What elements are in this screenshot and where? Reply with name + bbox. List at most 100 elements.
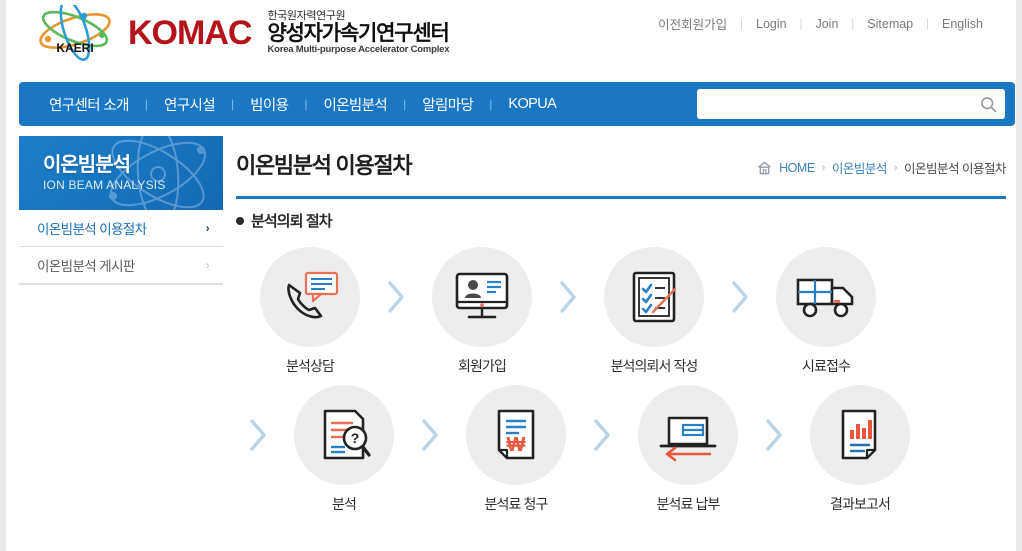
sidebar-banner-text: 이온빔분석 ION BEAM ANALYSIS — [43, 148, 166, 192]
chevron-right-icon — [422, 419, 438, 451]
process-flow-row-1: 분석상담 회원가입 분석의뢰서 작성 시료접수 — [236, 247, 1006, 385]
nav-item-about[interactable]: 연구센터 소개 — [33, 94, 145, 115]
nav-item-beam-use[interactable]: 빔이용 — [234, 94, 304, 115]
breadcrumb-current: 이온빔분석 이용절차 — [904, 162, 1006, 176]
sidebar-banner: 이온빔분석 ION BEAM ANALYSIS — [19, 136, 223, 210]
flow-chevron — [718, 247, 762, 347]
process-step-request-form[interactable]: 분석의뢰서 작성 — [590, 247, 718, 376]
step-caption: 결과보고서 — [830, 496, 891, 512]
main-nav-items: 연구센터 소개 | 연구시설 | 빔이용 | 이온빔분석 | 알림마당 | KO… — [19, 94, 572, 115]
process-flow-row-2: ? 분석 ₩ 분석료 청구 분석료 납부 결과보고서 — [236, 385, 1006, 523]
svg-text:₩: ₩ — [507, 434, 526, 456]
process-step-fee-invoice[interactable]: ₩ 분석료 청구 — [452, 385, 580, 514]
step-caption: 분석료 납부 — [656, 496, 721, 512]
util-link-english[interactable]: English — [929, 17, 996, 31]
site-header: KAERI KOMAC 한국원자력연구원 양성자가속기연구센터 Korea Mu… — [6, 0, 1016, 76]
flow-chevron — [374, 247, 418, 347]
chevron-right-icon — [388, 281, 404, 313]
step-icon-bubble — [604, 247, 704, 347]
org-line-3: Korea Multi-purpose Accelerator Complex — [267, 43, 450, 55]
process-step-result-report[interactable]: 결과보고서 — [796, 385, 924, 514]
main-navigation: 연구센터 소개 | 연구시설 | 빔이용 | 이온빔분석 | 알림마당 | KO… — [19, 82, 1015, 126]
nav-item-ion-beam-analysis[interactable]: 이온빔분석 — [307, 94, 403, 115]
step-caption: 분석상담 — [286, 358, 335, 374]
page-title: 이온빔분석 이용절차 — [236, 153, 413, 178]
process-step-consultation[interactable]: 분석상담 — [246, 247, 374, 376]
checklist-pen-icon — [632, 271, 677, 323]
step-icon-bubble — [810, 385, 910, 485]
step-caption: 분석료 청구 — [484, 496, 549, 512]
sidebar-item-board[interactable]: 이온빔분석 게시판 › — [19, 247, 223, 284]
page-root: KAERI KOMAC 한국원자력연구원 양성자가속기연구센터 Korea Mu… — [0, 0, 1022, 551]
utility-nav: 이전회원가입 | Login | Join | Sitemap | Englis… — [645, 14, 996, 33]
search-button[interactable] — [971, 90, 1005, 118]
content-area: 이온빔분석 이용절차 HOME › 이온빔분석 › 이온빔분석 이용절차 분석의… — [236, 136, 1006, 523]
sidebar-menu: 이온빔분석 이용절차 › 이온빔분석 게시판 › — [19, 210, 223, 285]
chevron-right-icon — [766, 419, 782, 451]
komac-wordmark: KOMAC — [128, 13, 252, 52]
document-magnifier-icon: ? — [323, 409, 371, 460]
step-caption: 분석 — [332, 496, 357, 512]
invoice-won-icon: ₩ — [497, 409, 535, 460]
search-icon — [980, 96, 996, 112]
step-icon-bubble — [638, 385, 738, 485]
util-link-login[interactable]: Login — [743, 17, 800, 31]
util-link-sitemap[interactable]: Sitemap — [854, 17, 926, 31]
breadcrumb-home[interactable]: HOME — [779, 161, 815, 175]
logo-group[interactable]: KAERI KOMAC 한국원자력연구원 양성자가속기연구센터 Korea Mu… — [32, 5, 450, 61]
step-caption: 분석의뢰서 작성 — [610, 358, 699, 374]
chevron-right-icon: › — [205, 221, 210, 235]
step-caption: 시료접수 — [802, 358, 851, 374]
home-icon — [758, 161, 772, 174]
step-icon-bubble — [432, 247, 532, 347]
process-step-signup[interactable]: 회원가입 — [418, 247, 546, 376]
sidebar-item-usage-procedure[interactable]: 이온빔분석 이용절차 › — [19, 210, 223, 247]
svg-text:?: ? — [351, 430, 360, 446]
phone-chat-icon — [287, 271, 339, 319]
breadcrumb-arrow: › — [821, 161, 826, 174]
step-icon-bubble — [260, 247, 360, 347]
section-heading-label: 분석의뢰 절차 — [251, 213, 333, 230]
body-area: 이온빔분석 ION BEAM ANALYSIS 이온빔분석 이용절차 › 이온빔… — [6, 136, 1016, 551]
flow-chevron — [408, 385, 452, 485]
sidebar-item-label: 이온빔분석 이용절차 — [37, 222, 147, 237]
breadcrumb: HOME › 이온빔분석 › 이온빔분석 이용절차 — [757, 158, 1006, 177]
laptop-payment-icon — [659, 416, 717, 462]
nav-item-notice[interactable]: 알림마당 — [406, 94, 489, 115]
step-icon-bubble: ₩ — [466, 385, 566, 485]
process-step-sample-receipt[interactable]: 시료접수 — [762, 247, 890, 376]
breadcrumb-level-2[interactable]: 이온빔분석 — [832, 158, 888, 177]
chevron-right-icon — [560, 281, 576, 313]
sidebar-banner-title-en: ION BEAM ANALYSIS — [43, 178, 166, 192]
step-caption: 회원가입 — [458, 358, 507, 374]
search-input[interactable] — [697, 90, 971, 118]
chevron-right-icon — [250, 419, 266, 451]
process-step-fee-payment[interactable]: 분석료 납부 — [624, 385, 752, 514]
monitor-profile-icon — [455, 272, 509, 319]
chevron-right-icon: › — [205, 258, 210, 272]
process-step-analysis[interactable]: ? 분석 — [280, 385, 408, 514]
util-link-join[interactable]: Join — [802, 17, 851, 31]
search-box — [697, 89, 1005, 119]
nav-item-kopua[interactable]: KOPUA — [492, 96, 572, 112]
title-divider — [236, 196, 1006, 199]
site-container: KAERI KOMAC 한국원자력연구원 양성자가속기연구센터 Korea Mu… — [6, 0, 1016, 551]
organization-name: 한국원자력연구원 양성자가속기연구센터 Korea Multi-purpose … — [267, 11, 449, 55]
nav-item-facilities[interactable]: 연구시설 — [148, 94, 231, 115]
flow-chevron — [236, 385, 280, 485]
section-heading: 분석의뢰 절차 — [236, 210, 1006, 231]
chevron-right-icon — [732, 281, 748, 313]
org-line-2: 양성자가속기연구센터 — [267, 21, 449, 45]
step-icon-bubble: ? — [294, 385, 394, 485]
kaeri-logo-icon: KAERI — [39, 5, 111, 61]
bullet-icon — [236, 216, 244, 225]
delivery-truck-icon — [796, 278, 854, 318]
sidebar-banner-title-kr: 이온빔분석 — [43, 154, 131, 176]
util-link-prev-join[interactable]: 이전회원가입 — [645, 14, 740, 33]
flow-chevron — [752, 385, 796, 485]
kaeri-wordmark: KAERI — [56, 41, 93, 55]
content-title-row: 이온빔분석 이용절차 HOME › 이온빔분석 › 이온빔분석 이용절차 — [236, 136, 1006, 199]
breadcrumb-arrow: › — [893, 161, 898, 174]
flow-chevron — [580, 385, 624, 485]
flow-chevron — [546, 247, 590, 347]
